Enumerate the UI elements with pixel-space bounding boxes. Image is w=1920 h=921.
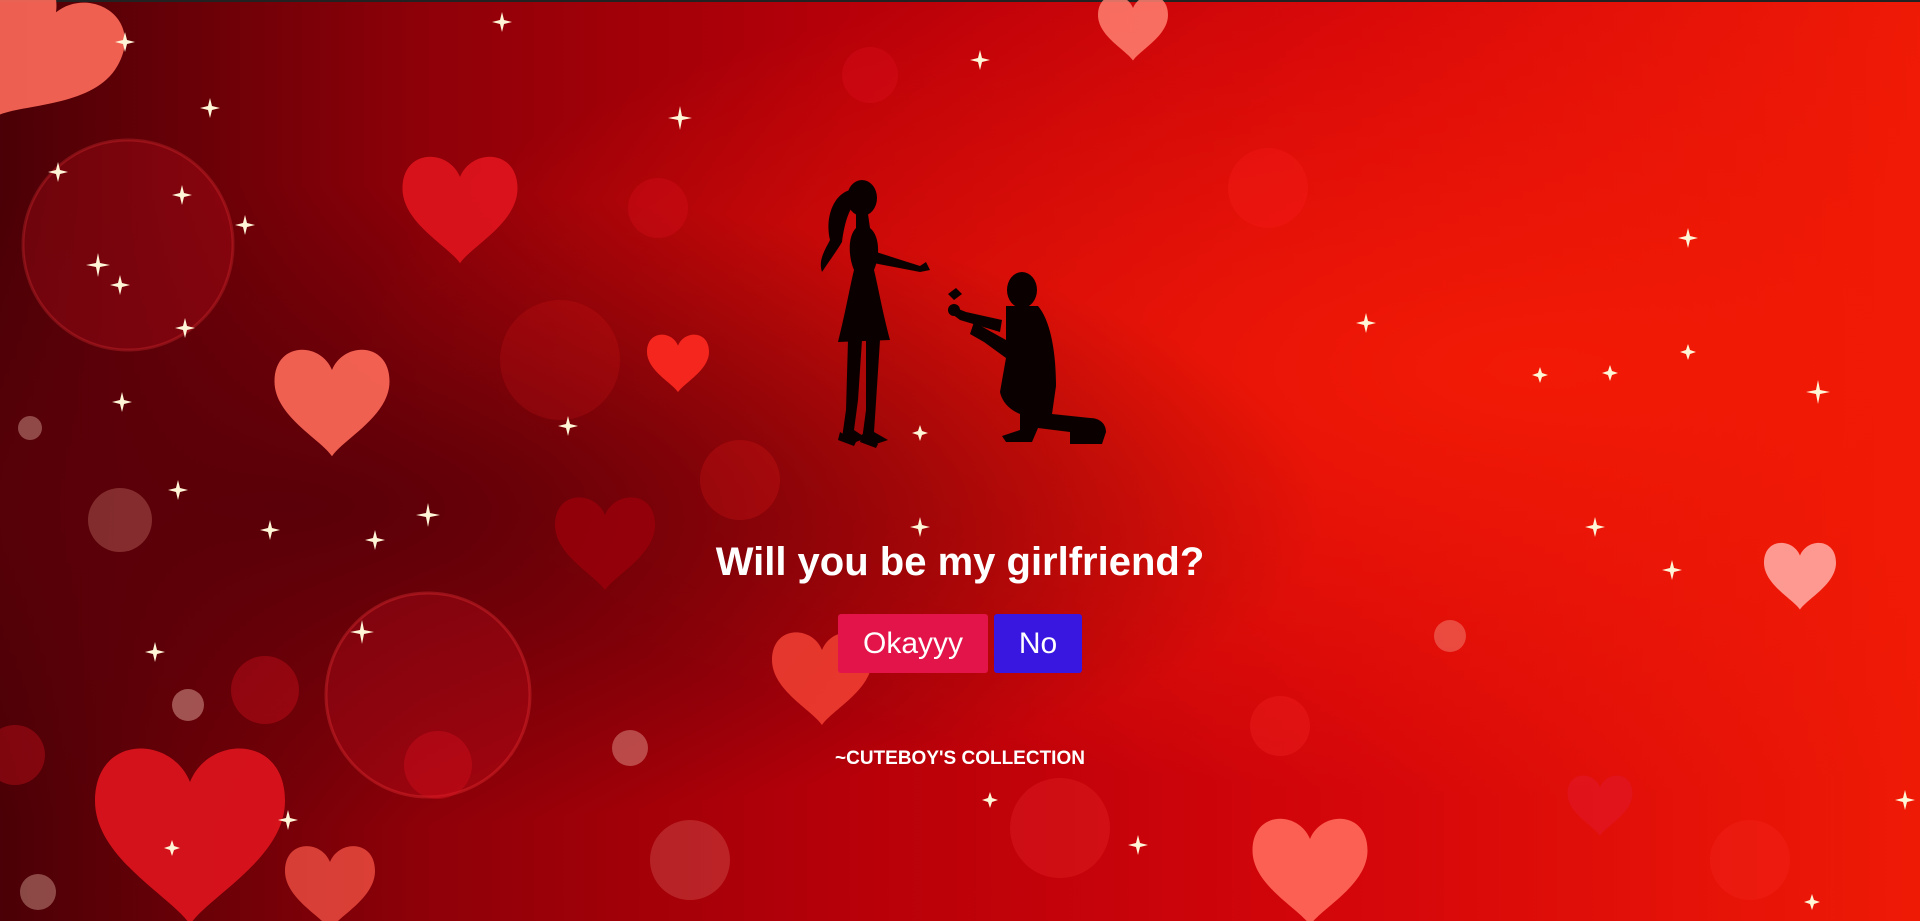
- bokeh-circle-icon: [700, 440, 780, 520]
- proposal-page: Will you be my girlfriend? Okayyy No ~CU…: [0, 0, 1920, 921]
- bokeh-circle-icon: [650, 820, 730, 900]
- heart-icon: [1567, 775, 1633, 836]
- okayyy-button[interactable]: Okayyy: [838, 614, 988, 673]
- bokeh-circle-icon: [628, 178, 688, 238]
- sparkle-icon: [1356, 313, 1376, 333]
- heart-icon: [274, 349, 390, 457]
- couple-proposal-silhouette-icon: [820, 180, 1106, 448]
- bokeh-circle-icon: [18, 416, 42, 440]
- sparkle-icon: [1602, 365, 1618, 381]
- bokeh-circle-icon: [1228, 148, 1308, 228]
- sparkle-icon: [200, 98, 220, 118]
- sparkle-icon: [112, 392, 132, 412]
- sparkle-icon: [1532, 367, 1548, 383]
- sparkle-icon: [1678, 228, 1698, 248]
- bokeh-circle-icon: [1250, 696, 1310, 756]
- sparkle-icon: [1680, 344, 1696, 360]
- sparkle-icon: [970, 50, 990, 70]
- sparkle-icon: [492, 12, 512, 32]
- sparkle-icon: [235, 215, 255, 235]
- bokeh-circle-icon: [1010, 778, 1110, 878]
- sparkle-icon: [982, 792, 998, 808]
- no-button[interactable]: No: [994, 614, 1082, 673]
- sparkle-icon: [416, 503, 440, 527]
- sparkle-icon: [668, 106, 692, 130]
- sparkle-icon: [1806, 380, 1830, 404]
- sparkle-icon: [1585, 517, 1605, 537]
- sparkle-icon: [1804, 894, 1820, 910]
- heart-icon: [1098, 0, 1168, 61]
- bokeh-circle-icon: [20, 874, 56, 910]
- sparkle-icon: [260, 520, 280, 540]
- heart-icon: [0, 0, 125, 117]
- heart-icon: [647, 334, 709, 393]
- heart-icon: [1252, 818, 1368, 921]
- sparkle-icon: [168, 480, 188, 500]
- heart-icon: [94, 748, 286, 921]
- bokeh-circle-icon: [500, 300, 620, 420]
- heart-icon: [402, 156, 518, 264]
- bokeh-circle-icon: [842, 47, 898, 103]
- bokeh-circle-icon: [172, 689, 204, 721]
- question-text: Will you be my girlfriend?: [715, 540, 1205, 584]
- collection-credit: ~CUTEBOY'S COLLECTION: [835, 748, 1085, 769]
- sparkle-icon: [1128, 835, 1148, 855]
- answer-buttons: Okayyy No: [0, 614, 1920, 673]
- sparkle-icon: [1895, 790, 1915, 810]
- sparkle-icon: [910, 517, 930, 537]
- bokeh-circle-icon: [1710, 820, 1790, 900]
- heart-icon: [284, 846, 376, 921]
